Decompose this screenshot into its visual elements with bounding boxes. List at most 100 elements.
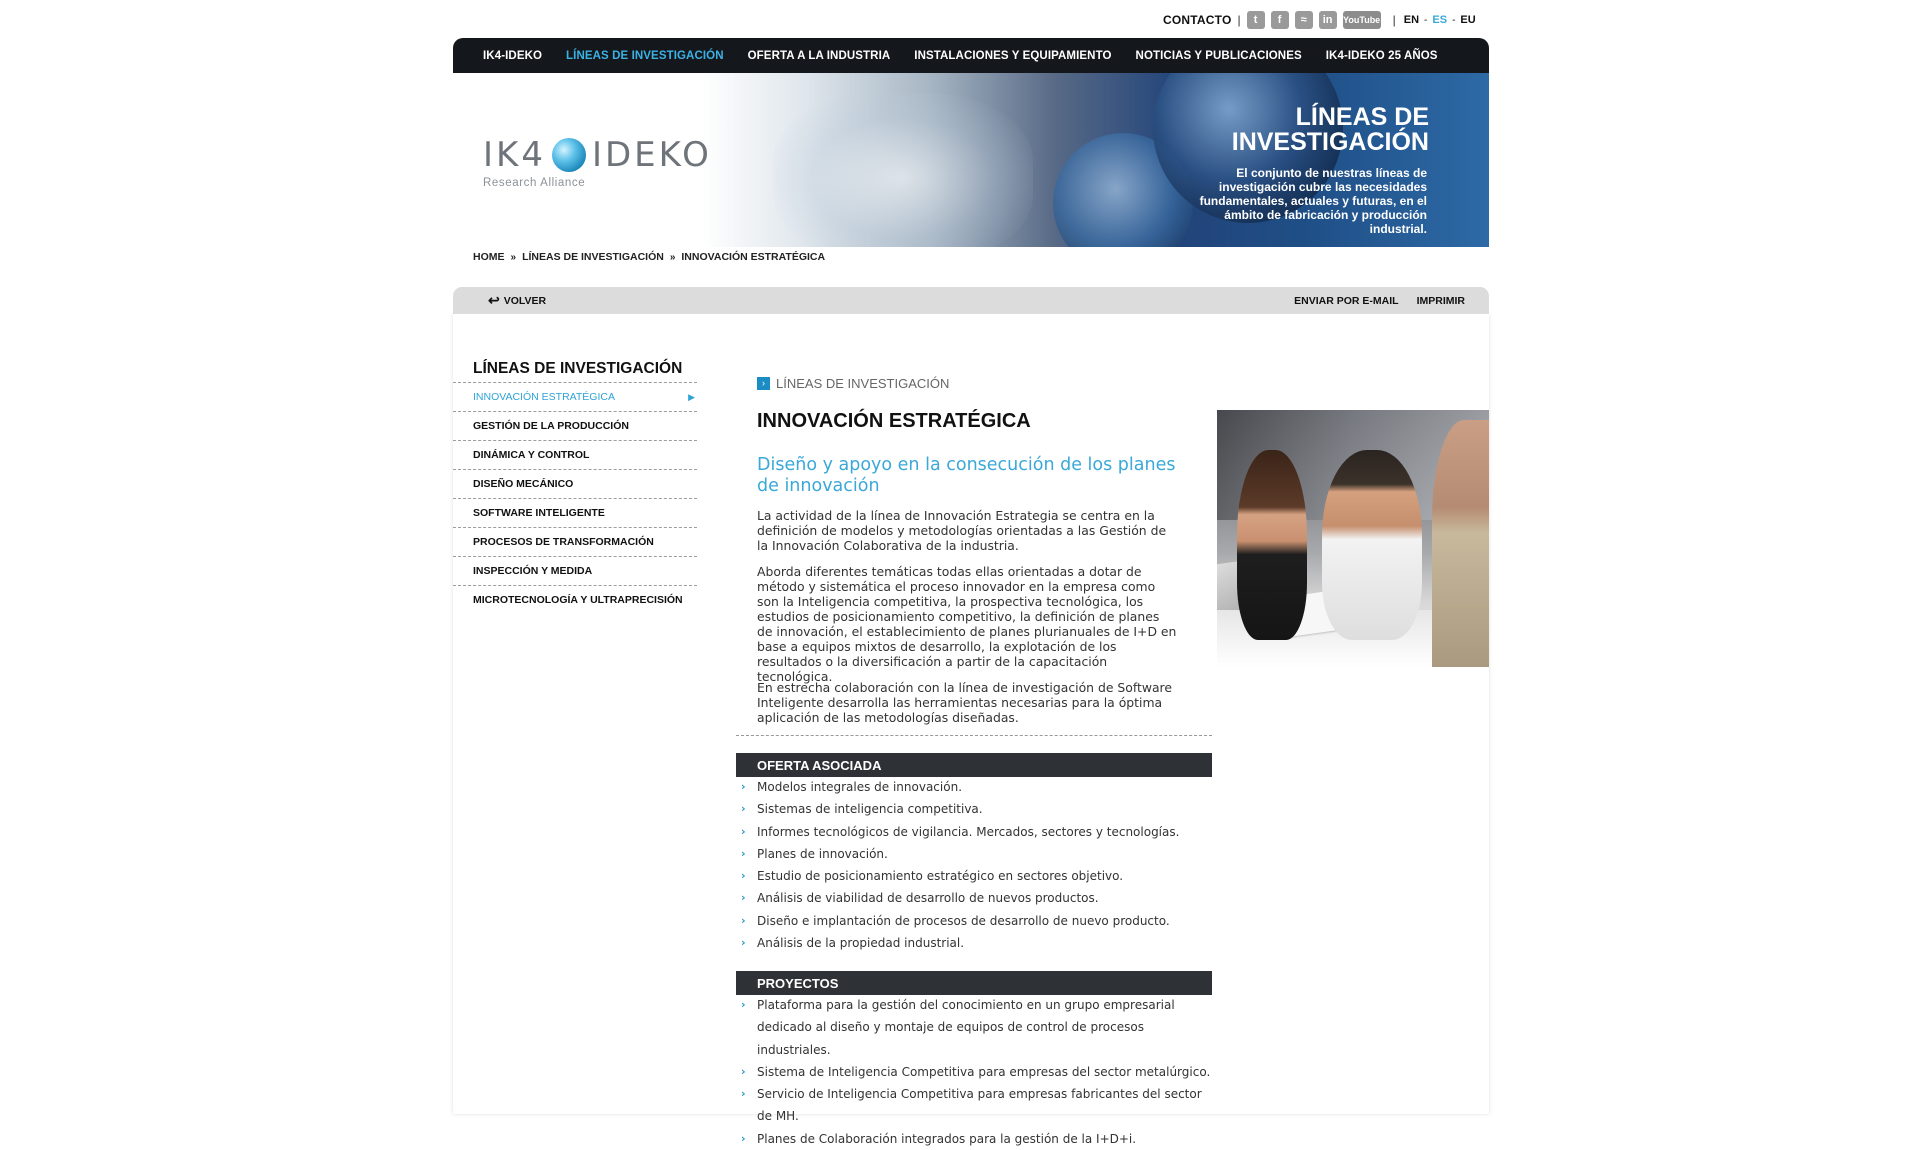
banner-title-line2: INVESTIGACIÓN — [1231, 128, 1429, 156]
list-item: › Servicio de Inteligencia Competitiva pa… — [740, 1083, 1220, 1128]
logo-text-ideko: IDEKO — [591, 135, 712, 175]
paragraph-1: La actividad de la línea de Innovación E… — [757, 508, 1167, 553]
linkedin-icon[interactable]: in — [1318, 11, 1337, 29]
list-item: › Modelos integrales de innovación. — [740, 776, 1220, 798]
list-item: › Análisis de viabilidad de desarrollo de… — [740, 887, 1220, 909]
proyectos-list: › Plataforma para la gestión del conocimi… — [740, 994, 1220, 1150]
paragraph-2: Aborda diferentes temáticas todas ellas … — [757, 564, 1177, 684]
logo-text-ik4: IK4 — [483, 135, 546, 175]
list-item: › Estudio de posicionamiento estratégico … — [740, 865, 1220, 887]
utility-bar: CONTACTO | t f ≈ in YouTube | EN - ES - EU — [1163, 10, 1493, 30]
sidebar-item-label: GESTIÓN DE LA PRODUCCIÓN — [473, 420, 629, 432]
nav-item-1[interactable]: IK4-IDEKO — [483, 50, 542, 62]
sidebar-item-label: INNOVACIÓN ESTRATÉGICA — [473, 391, 615, 403]
chevron-right-icon: › — [741, 824, 746, 838]
back-arrow-icon: ↩ — [488, 292, 500, 308]
sidebar-item[interactable]: INSPECCIÓN Y MEDIDA — [453, 556, 697, 585]
lang-separator: - — [1452, 14, 1456, 26]
lang-en[interactable]: EN — [1404, 14, 1419, 26]
sidebar-item-label: INSPECCIÓN Y MEDIDA — [473, 565, 593, 577]
logo-subtitle: Research Alliance — [483, 177, 586, 189]
chevron-right-icon: › — [741, 1064, 746, 1078]
page-title: INNOVACIÓN ESTRATÉGICA — [757, 410, 1031, 432]
divider: | — [1237, 13, 1241, 27]
chevron-right-icon: › — [741, 891, 746, 905]
section-label: › LÍNEAS DE INVESTIGACIÓN — [757, 376, 949, 391]
email-button[interactable]: ENVIAR POR E-MAIL — [1294, 295, 1398, 307]
list-item: › Sistemas de inteligencia competitiva. — [740, 798, 1220, 820]
list-item-text: Análisis de viabilidad de desarrollo de … — [757, 891, 1099, 906]
twitter-icon[interactable]: t — [1246, 11, 1265, 29]
header-banner: IK4 IDEKO Research Alliance LÍNEAS DE IN… — [453, 73, 1489, 247]
sidebar-item-label: MICROTECNOLOGÍA Y ULTRAPRECISIÓN — [473, 594, 683, 606]
sidebar-item[interactable]: SOFTWARE INTELIGENTE — [453, 498, 697, 527]
chevron-right-icon: › — [741, 998, 746, 1011]
list-item: › Informes tecnológicos de vigilancia. Me… — [740, 821, 1220, 843]
proyectos-header: PROYECTOS — [736, 971, 1212, 995]
sidebar-item-label: DISEÑO MECÁNICO — [473, 478, 574, 490]
chevron-right-icon: › — [741, 1087, 746, 1101]
nav-item-6[interactable]: IK4-IDEKO 25 AÑOS — [1326, 50, 1438, 62]
sidebar-item[interactable]: DISEÑO MECÁNICO — [453, 469, 697, 498]
youtube-icon[interactable]: YouTube — [1342, 11, 1381, 29]
list-item-text: Modelos integrales de innovación. — [757, 780, 963, 794]
paragraph-3: En estrecha colaboración con la línea de… — [757, 680, 1173, 725]
section-label-text: LÍNEAS DE INVESTIGACIÓN — [776, 376, 950, 391]
breadcrumb-home[interactable]: HOME — [473, 251, 505, 263]
back-button[interactable]: ↩ VOLVER — [488, 292, 546, 309]
list-item-text: Estudio de posicionamiento estratégico e… — [757, 869, 1124, 884]
banner-glass-image — [773, 93, 1033, 247]
page-subtitle: Diseño y apoyo en la consecución de los … — [757, 455, 1176, 496]
sidebar-menu: INNOVACIÓN ESTRATÉGICA ▶ GESTIÓN DE LA PRO… — [453, 382, 697, 614]
list-item-text: Sistemas de inteligencia competitiva. — [757, 802, 983, 817]
sidebar-item-label: DINÁMICA Y CONTROL — [473, 449, 590, 461]
list-item: › Plataforma para la gestión del conocimi… — [740, 994, 1220, 1061]
list-item-text: Servicio de Inteligencia Competitiva par… — [757, 1087, 1202, 1124]
logo-orb-icon — [551, 138, 586, 172]
oferta-list: › Modelos integrales de innovación. › Siste… — [740, 776, 1220, 954]
list-item-text: Plataforma para la gestión del conocimie… — [757, 998, 1175, 1057]
oferta-header: OFERTA ASOCIADA — [736, 753, 1212, 777]
banner-title-line1: LÍNEAS DE — [1295, 103, 1429, 131]
print-button[interactable]: IMPRIMIR — [1417, 295, 1465, 307]
sidebar-item[interactable]: MICROTECNOLOGÍA Y ULTRAPRECISIÓN — [453, 585, 697, 614]
breadcrumb-lineas[interactable]: LÍNEAS DE INVESTIGACIÓN — [522, 251, 664, 263]
chevron-right-icon: › — [741, 780, 746, 793]
sidebar-item[interactable]: INNOVACIÓN ESTRATÉGICA ▶ — [453, 382, 697, 411]
lang-eu[interactable]: EU — [1460, 14, 1475, 26]
rss-icon[interactable]: ≈ — [1294, 11, 1313, 29]
nav-item-3[interactable]: OFERTA A LA INDUSTRIA — [748, 50, 891, 62]
chevron-right-icon: › — [741, 846, 746, 860]
caret-right-icon: ▶ — [688, 391, 695, 402]
lang-es[interactable]: ES — [1432, 14, 1447, 26]
list-item-text: Planes de innovación. — [757, 846, 888, 861]
back-label: VOLVER — [503, 294, 547, 307]
breadcrumb: HOME » LÍNEAS DE INVESTIGACIÓN » INNOVAC… — [473, 251, 825, 263]
banner-description: El conjunto de nuestras líneas de invest… — [1199, 166, 1427, 236]
nav-item-5[interactable]: NOTICIAS Y PUBLICACIONES — [1136, 50, 1302, 62]
sidebar-item-label: SOFTWARE INTELIGENTE — [473, 507, 605, 519]
sidebar-item[interactable]: GESTIÓN DE LA PRODUCCIÓN — [453, 411, 697, 440]
sidebar-item[interactable]: DINÁMICA Y CONTROL — [453, 440, 697, 469]
chevron-right-icon: › — [741, 869, 746, 883]
sidebar-title: LÍNEAS DE INVESTIGACIÓN — [473, 360, 683, 377]
list-item: › Diseño e implantación de procesos de de… — [740, 910, 1220, 932]
social-links: t f ≈ in — [1246, 11, 1343, 29]
team-photo — [1217, 410, 1489, 667]
nav-item-2[interactable]: LÍNEAS DE INVESTIGACIÓN — [566, 50, 724, 62]
contact-link[interactable]: CONTACTO — [1163, 13, 1232, 27]
list-item-text: Diseño e implantación de procesos de des… — [757, 913, 1170, 928]
facebook-icon[interactable]: f — [1270, 11, 1289, 29]
list-item-text: Análisis de la propiedad industrial. — [757, 936, 965, 951]
section-arrow-icon: › — [757, 377, 770, 390]
banner-title: LÍNEAS DE INVESTIGACIÓN — [1232, 105, 1429, 155]
list-item-text: Planes de Colaboración integrados para l… — [757, 1131, 1137, 1146]
chevron-right-icon: › — [741, 1131, 746, 1145]
list-item-text: Informes tecnológicos de vigilancia. Mer… — [757, 824, 1180, 839]
site-logo[interactable]: IK4 IDEKO Research Alliance — [483, 135, 712, 189]
chevron-right-icon: › — [741, 802, 746, 816]
list-item-text: Sistema de Inteligencia Competitiva para… — [757, 1064, 1211, 1079]
sidebar-item[interactable]: PROCESOS DE TRANSFORMACIÓN — [453, 527, 697, 556]
divider — [736, 735, 1212, 736]
nav-item-4[interactable]: INSTALACIONES Y EQUIPAMIENTO — [914, 50, 1111, 62]
